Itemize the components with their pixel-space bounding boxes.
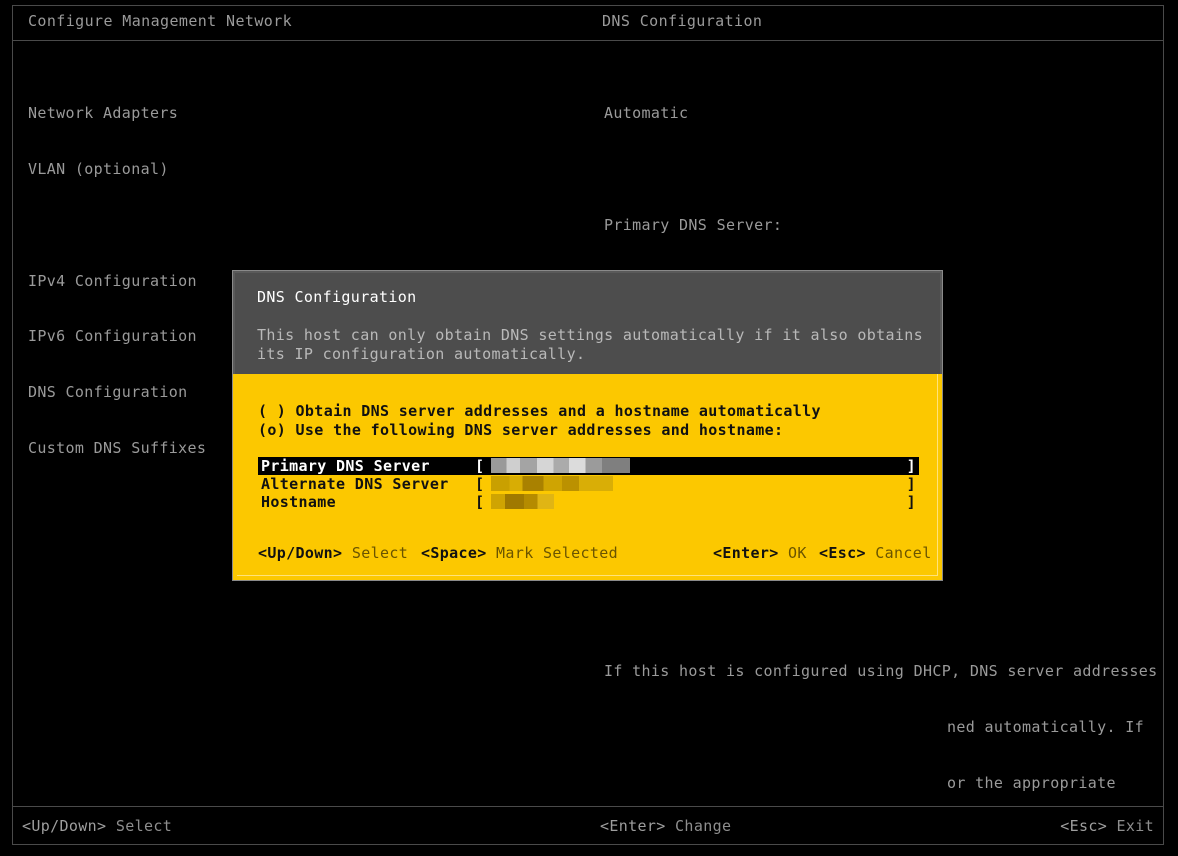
radio-option-automatic[interactable]: ( ) Obtain DNS server addresses and a ho… bbox=[258, 402, 821, 421]
radio-option-manual[interactable]: (o) Use the following DNS server address… bbox=[258, 421, 783, 440]
dialog-hint-esc[interactable]: <Esc> Cancel bbox=[819, 544, 932, 562]
dialog-hint-updown: <Up/Down> Select bbox=[258, 544, 408, 562]
help-text-line-3: or the appropriate bbox=[604, 774, 1164, 793]
footer-hint-enter: <Enter> Change bbox=[600, 817, 731, 835]
menu-item-ipv4-configuration[interactable]: IPv4 Configuration bbox=[28, 272, 206, 291]
dialog-hint-key-enter: <Enter> bbox=[713, 544, 779, 562]
field-bracket-open-hostname: [ bbox=[475, 493, 484, 511]
field-bracket-close-primary-dns: ] bbox=[907, 457, 916, 475]
primary-dns-label: Primary DNS Server: bbox=[604, 216, 1164, 235]
field-label-alternate-dns: Alternate DNS Server bbox=[261, 475, 449, 493]
field-bracket-open-primary-dns: [ bbox=[475, 457, 484, 475]
help-text-line-1: If this host is configured using DHCP, D… bbox=[604, 662, 1164, 681]
field-hostname[interactable]: Hostname [ ] bbox=[258, 493, 919, 511]
footer-hint-updown: <Up/Down> Select bbox=[22, 817, 172, 835]
footer-hint-key-enter: <Enter> bbox=[600, 817, 666, 835]
footer-hint-action-exit: Exit bbox=[1107, 817, 1154, 835]
dialog-hint-action-mark-selected: Mark Selected bbox=[487, 544, 618, 562]
detail-spacer-3 bbox=[604, 606, 1164, 625]
field-label-hostname: Hostname bbox=[261, 493, 336, 511]
dialog-message-line-2: its IP configuration automatically. bbox=[257, 345, 585, 363]
dialog-hint-key-space: <Space> bbox=[421, 544, 487, 562]
field-value-hostname bbox=[491, 494, 554, 509]
header-divider bbox=[13, 40, 1163, 41]
menu-spacer bbox=[28, 216, 206, 235]
menu-item-network-adapters[interactable]: Network Adapters bbox=[28, 104, 206, 123]
page-title-left: Configure Management Network bbox=[28, 12, 292, 30]
radio-label-manual: Use the following DNS server addresses a… bbox=[296, 421, 784, 439]
field-value-alternate-dns bbox=[491, 476, 613, 491]
help-text-line-2: ned automatically. If bbox=[604, 718, 1164, 737]
radio-label-automatic: Obtain DNS server addresses and a hostna… bbox=[296, 402, 821, 420]
field-alternate-dns-server[interactable]: Alternate DNS Server [ ] bbox=[258, 475, 919, 493]
footer-divider bbox=[13, 806, 1163, 807]
menu-item-dns-configuration[interactable]: DNS Configuration bbox=[28, 383, 206, 402]
dialog-header: DNS Configuration This host can only obt… bbox=[233, 271, 942, 374]
dcui-screen: Configure Management Network DNS Configu… bbox=[0, 0, 1178, 856]
dialog-message: This host can only obtain DNS settings a… bbox=[257, 326, 923, 363]
dialog-hint-key-esc: <Esc> bbox=[819, 544, 866, 562]
menu-item-custom-dns-suffixes[interactable]: Custom DNS Suffixes bbox=[28, 439, 206, 458]
dialog-hint-space: <Space> Mark Selected bbox=[421, 544, 618, 562]
dialog-message-line-1: This host can only obtain DNS settings a… bbox=[257, 326, 923, 344]
field-bracket-close-hostname: ] bbox=[907, 493, 916, 511]
settings-menu: Network Adapters VLAN (optional) IPv4 Co… bbox=[28, 67, 206, 495]
radio-marker-manual: (o) bbox=[258, 421, 286, 439]
dialog-title: DNS Configuration bbox=[257, 288, 416, 307]
menu-item-ipv6-configuration[interactable]: IPv6 Configuration bbox=[28, 327, 206, 346]
dialog-hint-action-select: Select bbox=[342, 544, 408, 562]
dns-configuration-dialog: DNS Configuration This host can only obt… bbox=[232, 270, 943, 581]
page-title-right: DNS Configuration bbox=[602, 12, 762, 30]
detail-spacer-1 bbox=[604, 160, 1164, 179]
footer-hint-action-change: Change bbox=[666, 817, 732, 835]
field-label-primary-dns: Primary DNS Server bbox=[261, 457, 430, 475]
footer-hint-action-select: Select bbox=[106, 817, 172, 835]
dialog-hint-action-cancel: Cancel bbox=[866, 544, 932, 562]
field-bracket-close-alternate-dns: ] bbox=[907, 475, 916, 493]
field-value-primary-dns bbox=[491, 458, 630, 473]
dialog-hint-enter[interactable]: <Enter> OK bbox=[713, 544, 807, 562]
radio-marker-automatic: ( ) bbox=[258, 402, 286, 420]
menu-item-vlan[interactable]: VLAN (optional) bbox=[28, 160, 206, 179]
footer-hint-esc: <Esc> Exit bbox=[1060, 817, 1154, 835]
dialog-body: ( ) Obtain DNS server addresses and a ho… bbox=[233, 374, 942, 580]
dialog-hint-action-ok: OK bbox=[779, 544, 807, 562]
dialog-hint-key-updown: <Up/Down> bbox=[258, 544, 342, 562]
field-bracket-open-alternate-dns: [ bbox=[475, 475, 484, 493]
dns-mode-value: Automatic bbox=[604, 104, 1164, 123]
field-primary-dns-server[interactable]: Primary DNS Server [ ] bbox=[258, 457, 919, 475]
footer-hint-key-esc: <Esc> bbox=[1060, 817, 1107, 835]
footer-hint-key-updown: <Up/Down> bbox=[22, 817, 106, 835]
